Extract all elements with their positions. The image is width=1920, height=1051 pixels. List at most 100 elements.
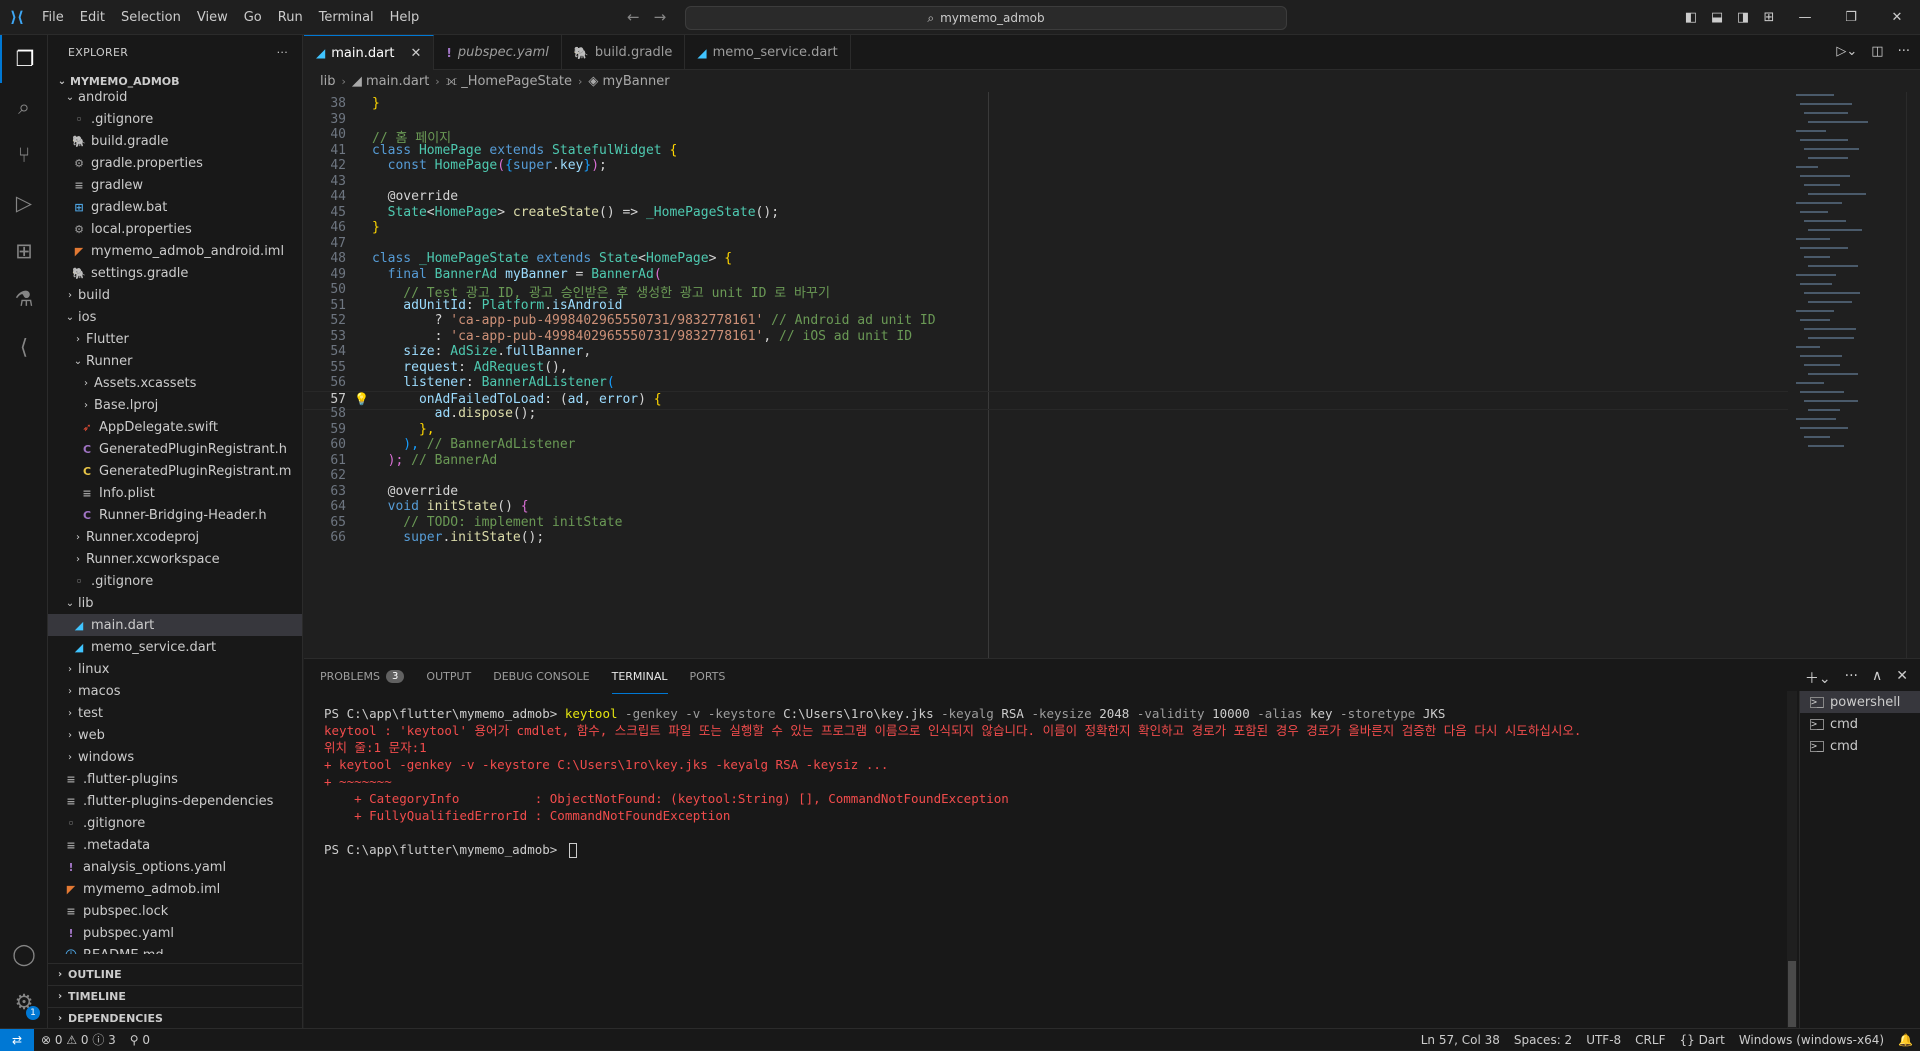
tree-item-flutter-plugins[interactable]: ≡ .flutter-plugins — [48, 768, 302, 790]
language-mode[interactable]: {} Dart — [1672, 1033, 1731, 1047]
terminal-scrollbar[interactable] — [1787, 691, 1797, 1029]
tree-item-runner-xcworkspace[interactable]: › Runner.xcworkspace — [48, 548, 302, 570]
platform[interactable]: Windows (windows-x64) — [1732, 1033, 1891, 1047]
tree-item-flutter-plugins-dependencies[interactable]: ≡ .flutter-plugins-dependencies — [48, 790, 302, 812]
tree-item-lib[interactable]: ⌄ lib — [48, 592, 302, 614]
tree-item-windows[interactable]: › windows — [48, 746, 302, 768]
terminal-output[interactable]: PS C:\app\flutter\mymemo_admob> keytool … — [324, 705, 1754, 858]
indentation[interactable]: Spaces: 2 — [1507, 1033, 1579, 1047]
notifications-icon[interactable]: 🔔 — [1891, 1033, 1920, 1047]
tree-item-settings-gradle[interactable]: 🐘 settings.gradle — [48, 262, 302, 284]
tree-item-base-lproj[interactable]: › Base.lproj — [48, 394, 302, 416]
close-window-icon[interactable]: ✕ — [1874, 10, 1920, 25]
tree-item-android[interactable]: ⌄ android — [48, 86, 302, 108]
split-editor-icon[interactable]: ◫ — [1871, 44, 1883, 59]
tree-item-analysis-options-yaml[interactable]: ! analysis_options.yaml — [48, 856, 302, 878]
forward-arrow-icon[interactable]: → — [654, 8, 681, 26]
menu-edit[interactable]: Edit — [72, 10, 113, 25]
tree-item-ios[interactable]: ⌄ ios — [48, 306, 302, 328]
breadcrumb-item[interactable]: ◢ main.dart — [352, 74, 429, 89]
tree-item-local-properties[interactable]: ⚙ local.properties — [48, 218, 302, 240]
command-center-search[interactable]: ⌕ mymemo_admob — [685, 6, 1287, 30]
run-debug-icon[interactable]: ▷⌄ — [1836, 44, 1857, 59]
panel-tab-ports[interactable]: PORTS — [690, 659, 726, 694]
tree-item-gradlew[interactable]: ≡ gradlew — [48, 174, 302, 196]
tree-item-metadata[interactable]: ≡ .metadata — [48, 834, 302, 856]
menu-selection[interactable]: Selection — [113, 10, 189, 25]
menu-terminal[interactable]: Terminal — [311, 10, 382, 25]
breadcrumb-item[interactable]: ⟗ _HomePageState — [446, 74, 572, 89]
close-tab-icon[interactable]: ✕ — [411, 46, 422, 61]
remote-icon[interactable]: ⇄ — [0, 1028, 34, 1051]
tree-item-main-dart[interactable]: ◢ main.dart — [48, 614, 302, 636]
cursor-position[interactable]: Ln 57, Col 38 — [1414, 1033, 1507, 1047]
menu-run[interactable]: Run — [270, 10, 311, 25]
tab-memo-service-dart[interactable]: ◢ memo_service.dart — [685, 35, 851, 70]
minimap[interactable] — [1788, 92, 1906, 658]
toggle-panel-icon[interactable]: ⬓ — [1704, 10, 1730, 25]
search-icon[interactable]: ⌕ — [0, 83, 48, 131]
panel-tab-debug-console[interactable]: DEBUG CONSOLE — [493, 659, 589, 694]
code-editor[interactable]: 38} 39 40// 홈 페이지 41 class HomePage extends … — [304, 92, 1788, 658]
restore-icon[interactable]: ❐ — [1828, 10, 1874, 25]
section-dependencies[interactable]: › DEPENDENCIES — [48, 1007, 302, 1028]
tree-item-runner-bridging-header-h[interactable]: C Runner-Bridging-Header.h — [48, 504, 302, 526]
tab-main-dart[interactable]: ◢ main.dart ✕ — [304, 35, 435, 70]
ports-status[interactable]: ⚲ 0 — [123, 1033, 157, 1047]
tree-item-build-gradle[interactable]: 🐘 build.gradle — [48, 130, 302, 152]
terminal-instance-powershell[interactable]: >_ powershell — [1800, 691, 1920, 713]
close-panel-icon[interactable]: ✕ — [1896, 668, 1908, 688]
account-icon[interactable]: ◯ — [0, 930, 48, 978]
more-actions-icon[interactable]: ··· — [1845, 668, 1858, 688]
tree-item-gitignore[interactable]: ◦ .gitignore — [48, 570, 302, 592]
menu-file[interactable]: File — [34, 10, 72, 25]
toggle-secondary-sidebar-icon[interactable]: ◨ — [1730, 10, 1756, 25]
tree-item-pubspec-lock[interactable]: ≡ pubspec.lock — [48, 900, 302, 922]
section-timeline[interactable]: › TIMELINE — [48, 985, 302, 1007]
panel-tab-output[interactable]: OUTPUT — [426, 659, 471, 694]
tree-item-info-plist[interactable]: ≡ Info.plist — [48, 482, 302, 504]
tree-item-web[interactable]: › web — [48, 724, 302, 746]
settings-gear-icon[interactable]: ⚙ 1 — [0, 978, 48, 1026]
tree-item-gradlew-bat[interactable]: ⊞ gradlew.bat — [48, 196, 302, 218]
tree-item-gitignore[interactable]: ◦ .gitignore — [48, 812, 302, 834]
lightbulb-icon[interactable]: 💡 — [354, 392, 369, 406]
tree-item-test[interactable]: › test — [48, 702, 302, 724]
source-control-icon[interactable]: ⑂ — [0, 131, 48, 179]
tab-build-gradle[interactable]: 🐘 build.gradle — [562, 35, 686, 70]
editor-scrollbar[interactable] — [1906, 92, 1920, 658]
tree-item-runner[interactable]: ⌄ Runner — [48, 350, 302, 372]
tree-item-flutter[interactable]: › Flutter — [48, 328, 302, 350]
problems-status[interactable]: ⊗ 0 ⚠ 0 ⓘ 3 — [34, 1031, 123, 1048]
tree-item-generatedpluginregistrant-m[interactable]: C GeneratedPluginRegistrant.m — [48, 460, 302, 482]
tree-item-readme-md[interactable]: ⓘREADME.md — [48, 944, 302, 955]
encoding[interactable]: UTF-8 — [1579, 1033, 1628, 1047]
tree-item-linux[interactable]: › linux — [48, 658, 302, 680]
testing-icon[interactable]: ⚗ — [0, 275, 48, 323]
explorer-icon[interactable]: ❐ — [0, 35, 48, 83]
menu-view[interactable]: View — [189, 10, 236, 25]
line-ending[interactable]: CRLF — [1628, 1033, 1672, 1047]
terminal-instance-cmd[interactable]: >_ cmd — [1800, 713, 1920, 735]
tree-item-gitignore[interactable]: ◦ .gitignore — [48, 108, 302, 130]
more-actions-icon[interactable]: ··· — [1898, 44, 1910, 59]
tree-item-runner-xcodeproj[interactable]: › Runner.xcodeproj — [48, 526, 302, 548]
panel-tab-problems[interactable]: PROBLEMS 3 — [320, 659, 405, 694]
toggle-sidebar-icon[interactable]: ◧ — [1678, 10, 1704, 25]
minimize-icon[interactable]: — — [1782, 10, 1828, 25]
tree-item-mymemo-admob-android-iml[interactable]: ◤ mymemo_admob_android.iml — [48, 240, 302, 262]
new-terminal-icon[interactable]: ＋⌄ — [1805, 668, 1831, 688]
tree-item-pubspec-yaml[interactable]: ! pubspec.yaml — [48, 922, 302, 944]
customize-layout-icon[interactable]: ⊞ — [1756, 10, 1782, 25]
tree-item-macos[interactable]: › macos — [48, 680, 302, 702]
maximize-panel-icon[interactable]: ∧ — [1872, 668, 1882, 688]
tree-item-appdelegate-swift[interactable]: ➶ AppDelegate.swift — [48, 416, 302, 438]
breadcrumb-item[interactable]: ◈ myBanner — [588, 74, 669, 89]
tree-item-generatedpluginregistrant-h[interactable]: C GeneratedPluginRegistrant.h — [48, 438, 302, 460]
tree-item-assets-xcassets[interactable]: › Assets.xcassets — [48, 372, 302, 394]
terminal-scroll-thumb[interactable] — [1788, 961, 1796, 1027]
menu-go[interactable]: Go — [236, 10, 270, 25]
breadcrumb-item[interactable]: lib — [320, 74, 335, 89]
section-outline[interactable]: › OUTLINE — [48, 963, 302, 985]
tree-item-mymemo-admob-iml[interactable]: ◤ mymemo_admob.iml — [48, 878, 302, 900]
